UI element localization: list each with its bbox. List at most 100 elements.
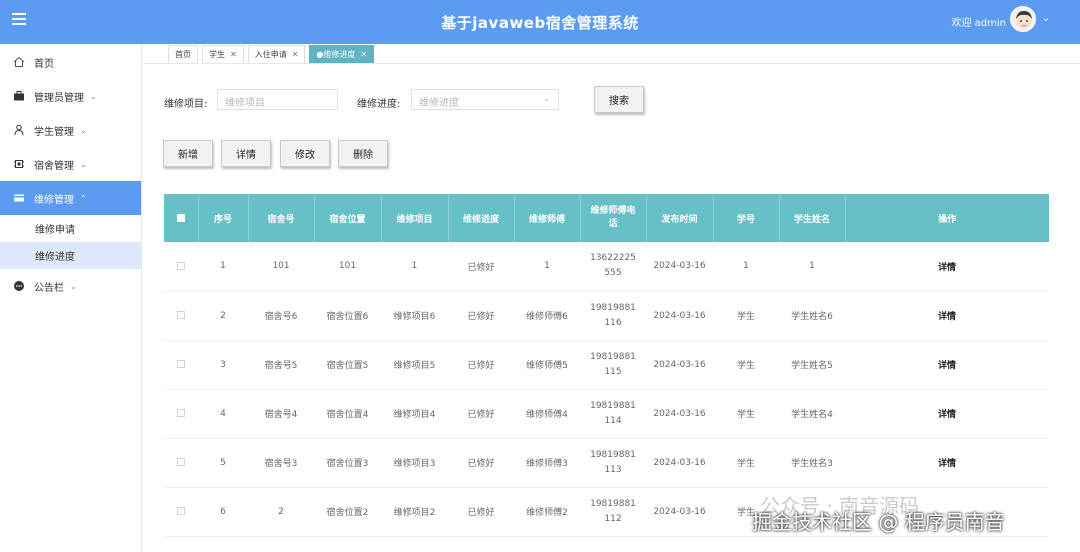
- sidebar-item-label: 学生管理: [34, 126, 74, 138]
- page-title: 基于javaweb宿舍管理系统: [441, 14, 639, 32]
- table-row[interactable]: 2 宿舍号6 宿舍位置6 维修项目6 已修好 维修师傅6 19819881116 2024-0…: [164, 291, 1049, 341]
- table-cell: 已修好: [448, 487, 514, 537]
- table-cell: 维修项目3: [381, 438, 448, 488]
- table-row[interactable]: 1 101 101 1 已修好 1 13622225555 2024-03-16 1 1 详情: [164, 242, 1049, 292]
- table-row[interactable]: 5 宿舍号3 宿舍位置3 维修项目3 已修好 维修师傅3 19819881113 2024-0…: [164, 438, 1049, 488]
- tab-bar: 首页 学生 ✕ 入住申请 ✕ ●维修进度 ✕: [168, 45, 378, 63]
- table-cell: 1: [713, 242, 779, 292]
- repair-table: 序号 宿舍号 宿舍位置 维修项目 维修进度 维修师傅 维修师傅电话 发布时间 学…: [164, 194, 1049, 537]
- tab-repair-progress[interactable]: ●维修进度 ✕: [309, 45, 375, 63]
- row-checkbox[interactable]: [177, 507, 185, 515]
- table-cell: 宿舍位置3: [314, 438, 381, 488]
- table-cell: 已修好: [448, 340, 514, 390]
- user-menu-chevron-icon[interactable]: ⌄: [1042, 13, 1050, 24]
- chevron-down-icon: ⌄: [90, 91, 97, 101]
- sidebar-item-repairs[interactable]: 维修管理 ⌃: [0, 181, 141, 215]
- table-cell: 3: [198, 340, 248, 390]
- table-cell: 学生姓名4: [779, 389, 845, 439]
- tab-label: 维修进度: [323, 50, 356, 59]
- avatar[interactable]: [1010, 6, 1036, 32]
- tab-checkin-request[interactable]: 入住申请 ✕: [247, 45, 306, 63]
- tab-students[interactable]: 学生 ✕: [202, 45, 244, 63]
- detail-link[interactable]: 详情: [845, 438, 1049, 488]
- tab-label: 学生: [209, 50, 225, 59]
- row-checkbox-cell[interactable]: [164, 389, 198, 439]
- column-header: 操作: [845, 194, 1049, 242]
- tab-home[interactable]: 首页: [168, 45, 198, 63]
- table-cell: 宿舍位置6: [314, 291, 381, 341]
- table-cell: 学生姓名3: [779, 438, 845, 488]
- table-cell: 维修项目5: [381, 340, 448, 390]
- table-cell: 已修好: [448, 438, 514, 488]
- chevron-down-icon: ⌄: [70, 281, 77, 291]
- table-cell: 宿舍号4: [248, 389, 314, 439]
- row-checkbox-cell[interactable]: [164, 242, 198, 292]
- detail-button[interactable]: 详情: [221, 140, 271, 167]
- column-header: 维修进度: [448, 194, 515, 242]
- repair-item-input[interactable]: 维修项目: [217, 89, 338, 110]
- table-cell: 5: [198, 438, 248, 488]
- sidebar-item-home[interactable]: 首页: [0, 45, 141, 79]
- column-header: 宿舍位置: [314, 194, 382, 242]
- sidebar-subitem-repair-progress[interactable]: 维修进度: [0, 242, 141, 269]
- add-button[interactable]: 新增: [163, 140, 213, 167]
- table-cell: 2024-03-16: [646, 389, 713, 439]
- sidebar: 首页 管理员管理 ⌄ 学生管理 ⌄ 宿舍管理 ⌄ 维修管理 ⌃ 维修申请 维修进…: [0, 44, 142, 552]
- sidebar-item-label: 首页: [34, 58, 54, 70]
- table-cell: 已修好: [448, 389, 514, 439]
- row-checkbox[interactable]: [177, 409, 185, 417]
- table-cell: 19819881115: [580, 340, 646, 390]
- close-icon[interactable]: ✕: [292, 50, 299, 59]
- table-cell: 2024-03-16: [646, 291, 713, 341]
- detail-link[interactable]: 详情: [845, 389, 1049, 439]
- search-button[interactable]: 搜索: [594, 86, 644, 113]
- sidebar-item-admin[interactable]: 管理员管理 ⌄: [0, 79, 141, 113]
- column-header: 学号: [713, 194, 780, 242]
- chip-icon: [12, 158, 25, 171]
- table-row[interactable]: 3 宿舍号5 宿舍位置5 维修项目5 已修好 维修师傅5 19819881115 2024-0…: [164, 340, 1049, 390]
- card-icon: [12, 192, 25, 205]
- person-icon: [12, 124, 25, 137]
- detail-link[interactable]: 详情: [845, 291, 1049, 341]
- row-checkbox[interactable]: [177, 458, 185, 466]
- edit-button[interactable]: 修改: [280, 140, 330, 167]
- row-checkbox-cell[interactable]: [164, 291, 198, 341]
- sidebar-item-students[interactable]: 学生管理 ⌄: [0, 113, 141, 147]
- close-icon[interactable]: ✕: [230, 50, 237, 59]
- sidebar-subitem-repair-request[interactable]: 维修申请: [0, 215, 141, 242]
- briefcase-icon: [12, 90, 25, 103]
- chevron-down-icon: ⌄: [80, 125, 87, 135]
- table-cell: 已修好: [448, 242, 514, 292]
- repair-progress-select[interactable]: 维修进度 ⌄: [411, 89, 559, 110]
- table-cell: 学生: [713, 291, 779, 341]
- table-cell: 宿舍位置2: [314, 487, 381, 537]
- column-header: 学生姓名: [779, 194, 846, 242]
- sidebar-item-notices[interactable]: 公告栏 ⌄: [0, 269, 141, 303]
- row-checkbox-cell[interactable]: [164, 438, 198, 488]
- top-bar: 基于javaweb宿舍管理系统 欢迎 admin ⌄: [0, 0, 1080, 44]
- table-cell: 学生姓名5: [779, 340, 845, 390]
- detail-link[interactable]: 详情: [845, 340, 1049, 390]
- row-checkbox[interactable]: [177, 360, 185, 368]
- table-cell: 宿舍号3: [248, 438, 314, 488]
- column-header: 维修师傅: [514, 194, 581, 242]
- table-cell: 学生姓名6: [779, 291, 845, 341]
- select-all-checkbox-cell[interactable]: [164, 194, 199, 242]
- delete-button[interactable]: 删除: [338, 140, 388, 167]
- tab-label: 入住申请: [254, 50, 287, 59]
- select-all-checkbox[interactable]: [176, 213, 185, 222]
- row-checkbox[interactable]: [177, 261, 185, 270]
- row-checkbox[interactable]: [177, 311, 185, 319]
- table-cell: 学生: [713, 438, 779, 488]
- chat-icon: [12, 280, 25, 293]
- close-icon[interactable]: ✕: [360, 50, 367, 59]
- column-header: 发布时间: [646, 194, 714, 242]
- table-cell: 6: [198, 487, 248, 537]
- sidebar-item-dorms[interactable]: 宿舍管理 ⌄: [0, 147, 141, 181]
- table-row[interactable]: 4 宿舍号4 宿舍位置4 维修项目4 已修好 维修师傅4 19819881114 2024-0…: [164, 389, 1049, 439]
- table-cell: 宿舍号5: [248, 340, 314, 390]
- table-cell: 维修师傅3: [514, 438, 580, 488]
- row-checkbox-cell[interactable]: [164, 340, 198, 390]
- row-checkbox-cell[interactable]: [164, 487, 198, 537]
- detail-link[interactable]: 详情: [845, 242, 1049, 292]
